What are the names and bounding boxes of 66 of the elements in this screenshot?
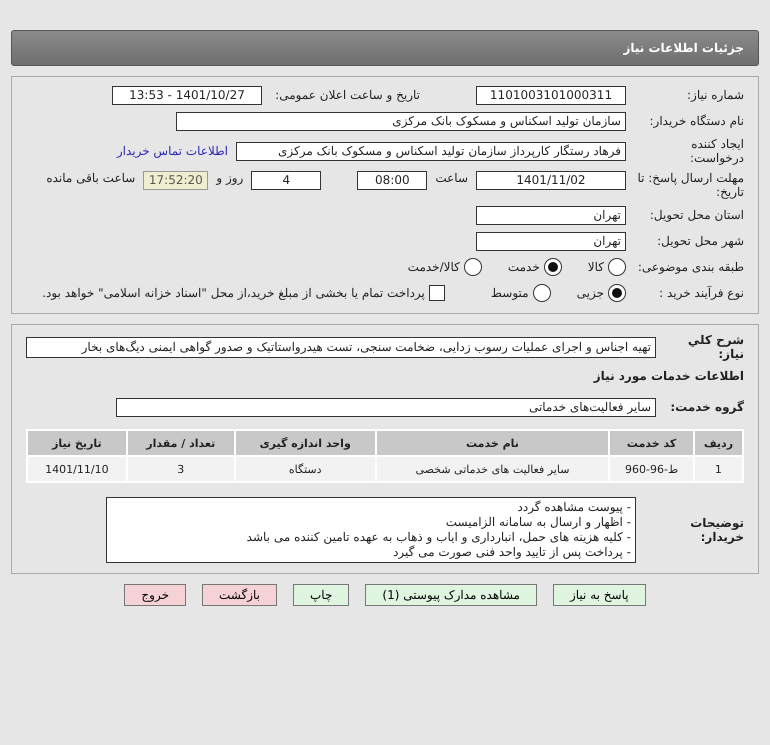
deadline-date-field: 1401/11/02 bbox=[476, 171, 626, 190]
radio-button[interactable] bbox=[532, 284, 551, 302]
action-button[interactable]: بازگشت bbox=[202, 584, 277, 606]
action-button[interactable]: پاسخ به نیاز bbox=[552, 584, 646, 606]
radio-option[interactable]: کالا/خدمت bbox=[408, 258, 482, 276]
action-button[interactable]: مشاهده مدارک پیوستی (1) bbox=[365, 584, 537, 606]
remaining-label: ساعت باقی مانده bbox=[46, 171, 136, 185]
field-label: مهلت ارسال پاسخ: تا تاریخ: bbox=[636, 171, 744, 199]
buyer-field: سازمان تولید اسکناس و مسکوک بانک مرکزی bbox=[176, 112, 626, 130]
action-button[interactable]: خروج bbox=[124, 584, 186, 606]
table-cell: 3 bbox=[126, 456, 235, 482]
need-number-field: 1101003101000311 bbox=[476, 86, 626, 104]
field-label: استان محل تحویل: bbox=[648, 208, 744, 222]
field-label: طبقه بندی موضوعی: bbox=[636, 260, 744, 274]
radio-button[interactable] bbox=[608, 284, 626, 302]
table-cell: دستگاه bbox=[234, 456, 376, 482]
radio-button[interactable] bbox=[544, 258, 562, 276]
contact-link[interactable]: اطلاعات تماس خریدار bbox=[116, 144, 228, 158]
treasury-option[interactable]: پرداخت تمام یا بخشی از مبلغ خرید،از محل "اسناد خزانه اسلامی" خواهد بود. bbox=[42, 285, 445, 301]
radio-label: جزیی bbox=[576, 286, 604, 300]
checkbox[interactable] bbox=[428, 285, 445, 301]
radio-label: کالا/خدمت bbox=[408, 260, 460, 274]
time-label: ساعت bbox=[435, 171, 468, 185]
buyer-notes-text: - پیوست مشاهده گردد - اظهار و ارسال به سامانه الزامیست - کلیه هزینه های حمل، انبارداری و ایاب و ذهاب به عهده تامین کننده می باشد - پرداخت پس از تایید واحد فنی صورت می گیرد bbox=[106, 497, 636, 563]
column-header: ردیف bbox=[694, 430, 743, 456]
city-field: تهران bbox=[476, 232, 626, 250]
service-group-field: سایر فعالیت‌های خدماتی bbox=[116, 398, 656, 416]
days-field: 4 bbox=[251, 171, 322, 190]
field-label: تاریخ و ساعت اعلان عمومی: bbox=[274, 88, 420, 102]
deadline-time-field: 08:00 bbox=[357, 171, 428, 190]
field-label: شهر محل تحویل: bbox=[656, 234, 744, 248]
field-label: نام دستگاه خریدار: bbox=[648, 114, 744, 128]
radio-option[interactable]: جزیی bbox=[576, 284, 626, 302]
field-label: ایجاد کننده درخواست: bbox=[689, 137, 744, 165]
province-field: تهران bbox=[476, 206, 626, 224]
table-cell: سایر فعالیت های خدماتی شخصی bbox=[376, 456, 610, 482]
requester-field: فرهاد رستگار کارپرداز سازمان تولید اسکناس و مسکوک بانک مرکزی bbox=[236, 142, 626, 160]
field-label: نوع فرآیند خرید : bbox=[658, 286, 744, 300]
table-cell: ط-96-960 bbox=[609, 456, 694, 482]
radio-button[interactable] bbox=[608, 258, 626, 276]
section-heading: اطلاعات خدمات مورد نیاز bbox=[592, 369, 744, 383]
radio-label: متوسط bbox=[490, 286, 529, 300]
column-header: نام خدمت bbox=[376, 430, 610, 456]
column-header: تعداد / مقدار bbox=[126, 430, 235, 456]
checkbox-label: پرداخت تمام یا بخشی از مبلغ خرید،از محل "اسناد خزانه اسلامی" خواهد بود. bbox=[42, 286, 425, 300]
radio-option[interactable]: خدمت bbox=[508, 258, 562, 276]
column-header: تاریخ نیاز bbox=[27, 430, 127, 456]
announce-date-field: 1401/10/27 - 13:53 bbox=[112, 86, 262, 104]
radio-label: کالا bbox=[588, 260, 604, 274]
table-cell: 1 bbox=[694, 456, 743, 482]
radio-option[interactable]: کالا bbox=[588, 258, 626, 276]
field-label: شماره نیاز: bbox=[686, 88, 744, 102]
action-button[interactable]: چاپ bbox=[293, 584, 350, 606]
summary-text: تهیه اجناس و اجرای عملیات رسوب زدایی، ضخامت سنجی، تست هیدرواستاتیک و صدور گواهی ایمنی دیگ‌های بخار bbox=[26, 336, 656, 358]
page-title: جزئیات اطلاعات نیاز bbox=[623, 41, 744, 55]
column-header: کد خدمت bbox=[609, 430, 694, 456]
remaining-time-field: 17:52:20 bbox=[143, 171, 208, 190]
radio-button[interactable] bbox=[464, 258, 482, 276]
field-label: گروه خدمت: bbox=[669, 400, 744, 414]
field-label: شرح کلي نياز: bbox=[686, 333, 744, 361]
days-label: روز و bbox=[216, 171, 244, 185]
field-label: توضیحات خریدار: bbox=[689, 516, 744, 544]
radio-label: خدمت bbox=[508, 260, 540, 274]
radio-option[interactable]: متوسط bbox=[490, 284, 551, 302]
table-cell: 1401/11/10 bbox=[27, 456, 127, 482]
column-header: واحد اندازه گیری bbox=[234, 430, 376, 456]
